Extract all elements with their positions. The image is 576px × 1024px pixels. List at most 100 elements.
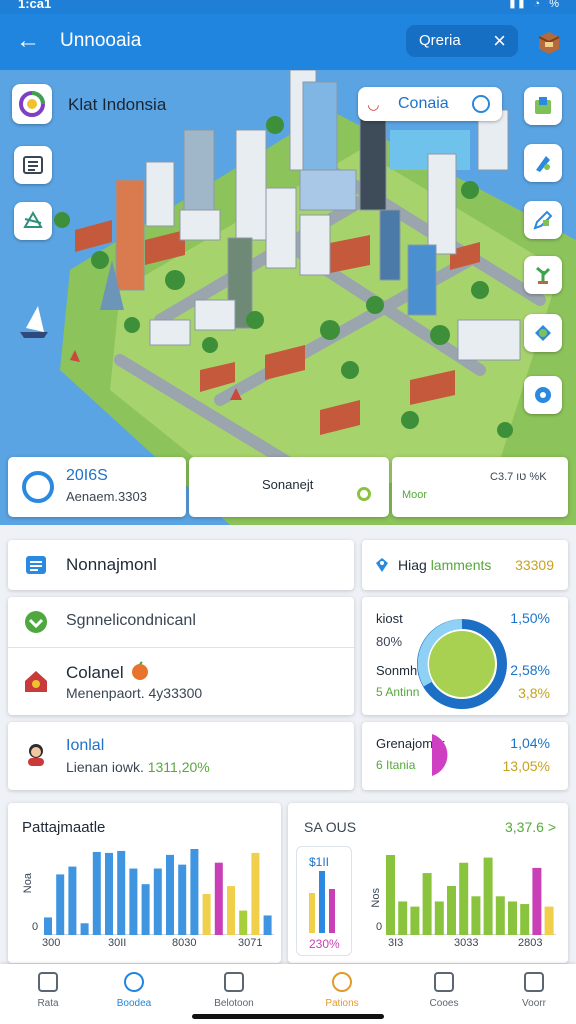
chart-bar [520, 904, 530, 935]
chart-bar [508, 901, 517, 935]
map-stat-card-2[interactable]: Sonanejt [189, 457, 389, 517]
stat-key-6: 6 Itania [376, 758, 416, 772]
chart-bar [92, 851, 101, 935]
chart-card-right[interactable]: SA OUS 3,37.6 > $1II 230% Nos 0 3I3 3033… [288, 803, 568, 963]
map-logo-icon [19, 91, 45, 117]
list-row-4-sub: Lienan iowk. 1311,20% [66, 759, 210, 775]
chart-right-xtick: 3033 [454, 937, 479, 949]
chart-bar [129, 868, 138, 935]
edit-icon [533, 210, 553, 230]
status-icons: ▮▮ ◔ % [509, 0, 562, 10]
chart-bar [68, 866, 77, 935]
list-row-3-title[interactable]: Colanel [66, 663, 124, 683]
stats-header[interactable]: Hiag lamments 33309 [362, 540, 568, 590]
chart-card-left[interactable]: Pattajmaatle Noa 0 300 30II 8030 3071 [8, 803, 281, 963]
list-row-4-title: Ionlal [66, 737, 105, 754]
map-tool-button-5[interactable] [524, 314, 562, 352]
city-map[interactable]: Klat Indonsia ◡ Conaia 20I6S Aenaem.3303… [0, 70, 576, 525]
map-tool-button-3[interactable] [524, 201, 562, 239]
chart-bar [544, 906, 554, 935]
layers-button[interactable] [14, 202, 52, 240]
chart-bar [251, 852, 260, 935]
donut-chart [417, 619, 507, 709]
stats-footer: Grenajomar 6 Itania 1,04% 13,05% [362, 722, 568, 790]
back-arrow-icon[interactable]: ← [16, 26, 40, 56]
list-view-button[interactable] [14, 146, 52, 184]
document-icon [26, 556, 46, 574]
home-indicator [192, 1014, 384, 1019]
mini-bar-card[interactable]: $1II 230% [296, 846, 352, 956]
chart-right-xtick: 3I3 [388, 937, 404, 949]
home-icon [38, 972, 58, 992]
building-icon [535, 97, 551, 114]
chart-bar [495, 896, 505, 935]
page-title: Unnooaia [60, 30, 142, 51]
stat-value-4: 1,04% [510, 735, 550, 751]
search-chip[interactable]: Qreria × [406, 25, 518, 57]
chart-bar [422, 873, 432, 935]
chart-bar [80, 923, 89, 935]
map-tool-button-4[interactable] [524, 256, 562, 294]
map-tool-button-6[interactable] [524, 376, 562, 414]
gear-icon [535, 387, 551, 403]
chart-left-ylabel: Noa [22, 873, 34, 894]
nav-label: Cooes [429, 998, 459, 1009]
map-stat-label: Moor [402, 489, 428, 501]
nav-item-map[interactable]: Boodea [86, 964, 182, 1024]
chart-bar [434, 901, 444, 935]
chart-bar [263, 915, 272, 935]
chart-bar [117, 850, 126, 935]
chart-right-xtick: 2803 [518, 937, 543, 949]
list-row-1[interactable]: Nonnajmonl [8, 540, 354, 590]
location-icon [376, 558, 388, 572]
chart-left-xtick: 8030 [172, 937, 197, 949]
stat-value-1: 1,50% [510, 610, 550, 626]
close-icon[interactable]: × [493, 28, 506, 54]
nav-label: Voorr [522, 998, 546, 1009]
chart-bar [166, 854, 174, 935]
box-icon[interactable] [536, 29, 562, 55]
nav-item-cores[interactable]: Cooes [396, 964, 492, 1024]
map-stat-card-3[interactable]: Moor Cטו 3.7 %K [392, 457, 568, 517]
nav-label: Belotoon [214, 998, 254, 1009]
status-ring-icon [357, 487, 371, 501]
chart-bar [459, 862, 469, 935]
nav-item-more[interactable]: Voorr [486, 964, 576, 1024]
shield-icon [25, 611, 47, 633]
stat-key-4: 5 Antinn [376, 685, 420, 699]
map-logo-chip[interactable] [12, 84, 52, 124]
map-tool-button-1[interactable] [524, 87, 562, 125]
list-row-4-sub-prefix: Lienan iowk. [66, 759, 144, 775]
nav-item-home[interactable]: Rata [0, 964, 96, 1024]
list-row-2-label[interactable]: Sgnnelicondnicanl [66, 612, 196, 630]
map-title: Klat Indonsia [68, 95, 167, 114]
map-tool-button-2[interactable] [524, 144, 562, 182]
chart-bar [44, 917, 52, 935]
map-stat-value: 20I6S [66, 467, 108, 484]
stat-value-3: 3,8% [518, 685, 550, 701]
layers-icon [23, 210, 43, 228]
list-row-4[interactable]: Ionlal Lienan iowk. 1311,20% [8, 722, 354, 790]
globe-icon [124, 972, 144, 992]
status-bar: 1:ca1 ▮▮ ◔ % [0, 0, 576, 14]
chart-bar [56, 874, 65, 935]
chart-left-y0: 0 [32, 921, 39, 933]
location-pill-label: Conaia [398, 95, 449, 112]
chart-left-xtick: 3071 [238, 937, 263, 949]
cloud-icon [524, 972, 544, 992]
stats-header-label: Hiag lamments [398, 557, 491, 573]
stats-header-label-green: lamments [430, 557, 492, 573]
map-stat-text: Cטו 3.7 %K [490, 471, 547, 483]
avatar [28, 744, 44, 766]
map-stat-card-1[interactable]: 20I6S Aenaem.3303 [8, 457, 186, 517]
chart-right-title: SA OUS [304, 819, 357, 835]
chart-bar [227, 886, 235, 935]
nav-label: Rata [37, 998, 59, 1009]
drop-icon [22, 471, 54, 503]
mini-bar-chart [309, 871, 335, 933]
chart-right-total[interactable]: 3,37.6 > [505, 819, 556, 835]
list-row-4-sub-value: 1311,20% [147, 759, 210, 775]
location-pill[interactable]: ◡ Conaia [358, 87, 502, 121]
chart-bar [239, 910, 248, 935]
list-row-3-sub: Menenpaort. 4y33300 [66, 685, 203, 701]
